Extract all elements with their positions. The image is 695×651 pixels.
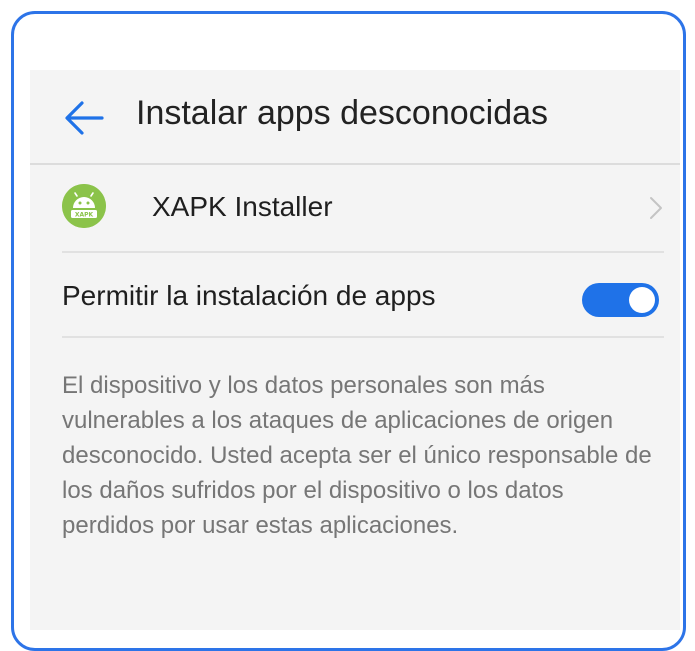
android-icon: XAPK (62, 184, 106, 228)
divider (62, 251, 664, 253)
settings-screen: Instalar apps desconocidas XAPK XAPK Ins… (30, 70, 680, 630)
permission-row: Permitir la instalación de apps (30, 254, 680, 336)
app-icon-badge: XAPK (75, 212, 94, 219)
card-frame: Instalar apps desconocidas XAPK XAPK Ins… (11, 11, 686, 651)
app-bar: Instalar apps desconocidas (30, 70, 680, 165)
permission-label: Permitir la instalación de apps (62, 280, 436, 311)
warning-text: El dispositivo y los datos personales so… (62, 372, 652, 539)
page-title: Instalar apps desconocidas (136, 94, 549, 132)
toggle-knob (629, 287, 655, 313)
app-row-xapk-installer[interactable]: XAPK XAPK Installer (30, 165, 680, 251)
chevron-right-icon (650, 197, 662, 219)
divider (62, 336, 664, 338)
allow-install-toggle[interactable] (582, 283, 659, 317)
arrow-left-icon[interactable] (64, 100, 104, 136)
app-name: XAPK Installer (152, 191, 333, 222)
